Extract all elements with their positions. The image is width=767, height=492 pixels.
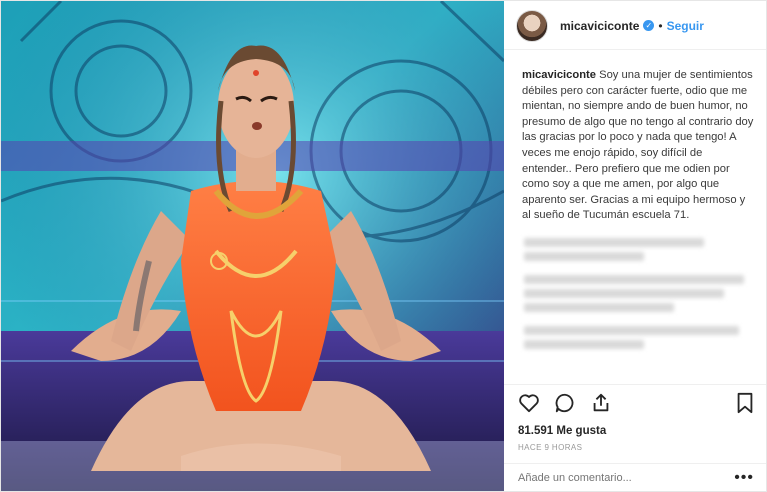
- share-icon[interactable]: [590, 392, 612, 419]
- blurred-comment-line: [524, 325, 739, 335]
- post-photo[interactable]: [1, 1, 504, 491]
- heart-icon[interactable]: [518, 393, 540, 418]
- instagram-post: micaviciconte ✓ • Seguir micaviciconte S…: [0, 0, 767, 492]
- add-comment-bar: •••: [504, 463, 766, 491]
- verified-badge-icon: ✓: [643, 20, 655, 31]
- blurred-comments: [524, 237, 754, 349]
- comment-icon[interactable]: [554, 392, 576, 419]
- post-actions: 81.591 Me gusta HACE 9 HORAS: [504, 384, 766, 454]
- dancer-photo-illustration: [1, 1, 504, 491]
- blurred-comment-line: [524, 288, 724, 298]
- caption-username-link[interactable]: micaviciconte: [522, 69, 596, 81]
- post-timestamp[interactable]: HACE 9 HORAS: [518, 443, 754, 452]
- action-icons: [518, 391, 754, 419]
- blurred-comment-line: [524, 274, 744, 284]
- likes-count[interactable]: 81.591 Me gusta: [518, 425, 754, 437]
- post-caption: micaviciconte Soy una mujer de sentimien…: [504, 50, 766, 224]
- follow-button[interactable]: Seguir: [667, 19, 704, 33]
- avatar[interactable]: [516, 9, 548, 42]
- username-link[interactable]: micaviciconte: [560, 19, 639, 33]
- comment-input[interactable]: [518, 471, 735, 484]
- more-options-icon[interactable]: •••: [734, 469, 754, 487]
- blurred-comment-line: [524, 251, 644, 261]
- post-header: micaviciconte ✓ • Seguir: [504, 2, 766, 50]
- blurred-comment-line: [524, 339, 644, 349]
- post-sidebar: micaviciconte ✓ • Seguir micaviciconte S…: [504, 1, 766, 491]
- blurred-comment-line: [524, 302, 674, 312]
- caption-text: Soy una mujer de sentimientos débiles pe…: [522, 69, 754, 222]
- blurred-comment-line: [524, 237, 704, 247]
- separator-dot: •: [658, 18, 663, 33]
- bookmark-icon[interactable]: [736, 392, 754, 419]
